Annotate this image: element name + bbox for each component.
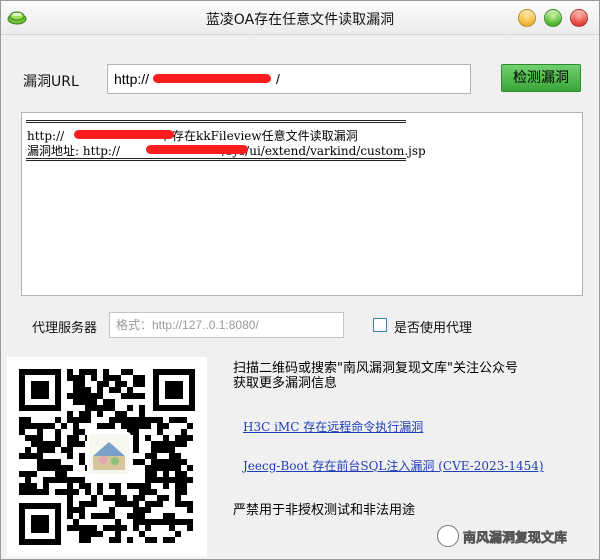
use-proxy-label: 是否使用代理 <box>394 321 473 336</box>
url-label: 漏洞URL <box>23 74 79 90</box>
detect-button[interactable]: 检测漏洞 <box>501 64 581 92</box>
url-value-prefix: http:// <box>114 71 150 87</box>
promo-text: 扫描二维码或搜索"南风漏洞复现文库"关注公众号 获取更多漏洞信息 <box>233 361 518 391</box>
qr-logo <box>87 432 131 476</box>
output-textarea[interactable]: http:/// 存在kkFileview任意文件读取漏洞 漏洞地址: http… <box>21 112 583 296</box>
link-h3c-imc[interactable]: H3C iMC 存在远程命令执行漏洞 <box>243 418 423 435</box>
main-window: 蓝凌OA存在任意文件读取漏洞 漏洞URL http:// / 检测漏洞 http… <box>0 0 600 560</box>
link-jeecg-boot[interactable]: Jeecg-Boot 存在前台SQL注入漏洞 (CVE-2023-1454) <box>243 457 544 474</box>
proxy-input[interactable] <box>109 312 344 338</box>
separator-bottom <box>26 158 406 161</box>
minimize-icon[interactable] <box>518 9 536 27</box>
watermark: 南风漏洞复现文库 <box>437 523 589 549</box>
maximize-icon[interactable] <box>544 9 562 27</box>
separator-top <box>26 120 406 123</box>
proxy-label: 代理服务器 <box>32 321 98 336</box>
close-icon[interactable] <box>570 9 588 27</box>
title-bar: 蓝凌OA存在任意文件读取漏洞 <box>1 1 599 35</box>
output-redaction-2 <box>146 145 248 154</box>
warning-text: 严禁用于非授权测试和非法用途 <box>233 503 416 518</box>
url-redaction <box>153 74 271 83</box>
window-title: 蓝凌OA存在任意文件读取漏洞 <box>205 12 395 28</box>
url-value-suffix: / <box>276 71 280 87</box>
wechat-icon <box>437 525 459 547</box>
use-proxy-checkbox[interactable] <box>373 318 387 332</box>
output-redaction-1 <box>74 130 174 139</box>
